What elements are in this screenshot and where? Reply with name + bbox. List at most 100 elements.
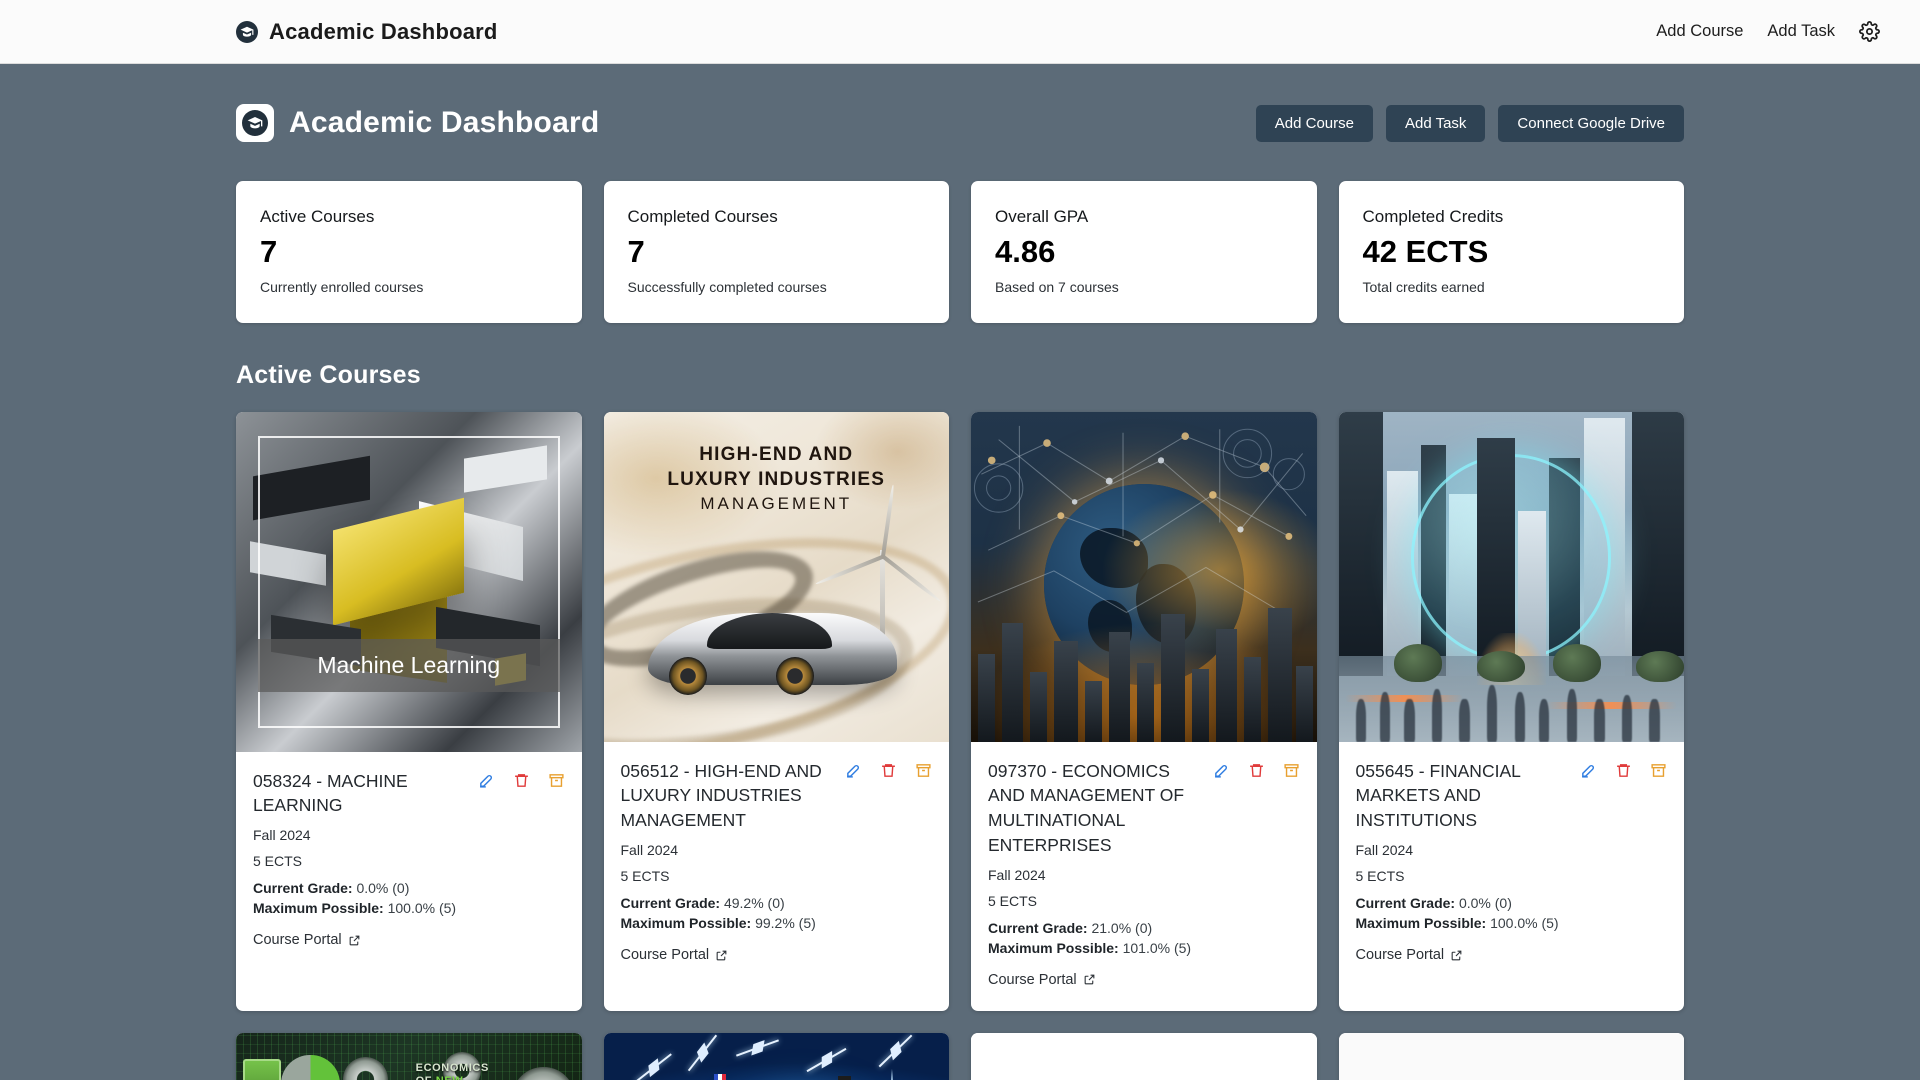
city-skyline (971, 590, 1317, 742)
course-card[interactable]: Machine Learning 058324 - MACHINE LEARNI… (236, 412, 582, 1011)
trash-icon[interactable] (1248, 762, 1265, 779)
course-portal-label: Course Portal (988, 972, 1077, 988)
stat-subtitle: Currently enrolled courses (260, 279, 558, 295)
current-grade-value: 0.0% (0) (1459, 895, 1512, 911)
course-portal-link[interactable]: Course Portal (621, 947, 729, 963)
graduation-cap-icon (236, 104, 274, 142)
page-header: Academic Dashboard Add Course Add Task C… (236, 104, 1684, 142)
course-card[interactable] (971, 1033, 1317, 1080)
course-actions (845, 759, 932, 779)
course-card[interactable]: 097370 - ECONOMICS AND MANAGEMENT OF MUL… (971, 412, 1317, 1011)
fan-diagram-artwork (971, 1033, 1317, 1080)
current-grade-line: Current Grade: 21.0% (0) (988, 920, 1300, 936)
course-thumbnail-machine-learning: Machine Learning (236, 412, 582, 752)
archive-icon[interactable] (548, 772, 565, 789)
current-grade-value: 49.2% (0) (724, 895, 785, 911)
current-grade-line: Current Grade: 49.2% (0) (621, 895, 933, 911)
stat-value: 7 (260, 236, 558, 269)
header-actions: Add Course Add Task Connect Google Drive (1256, 105, 1684, 142)
external-link-icon (1450, 949, 1463, 962)
topbar-add-task-link[interactable]: Add Task (1767, 22, 1835, 41)
trash-icon[interactable] (880, 762, 897, 779)
stats-row: Active Courses 7 Currently enrolled cour… (236, 181, 1684, 323)
archive-icon[interactable] (915, 762, 932, 779)
maximum-possible-value: 100.0% (5) (1490, 915, 1558, 931)
archive-icon[interactable] (1283, 762, 1300, 779)
course-portal-label: Course Portal (253, 932, 342, 948)
browser-top-bar: Academic Dashboard Add Course Add Task (0, 0, 1920, 64)
course-credits: 5 ECTS (988, 893, 1300, 909)
section-title-active-courses: Active Courses (236, 361, 1684, 390)
maximum-possible-value: 101.0% (5) (1123, 940, 1191, 956)
course-actions (478, 769, 565, 789)
topbar-add-course-link[interactable]: Add Course (1656, 22, 1743, 41)
abstract-geometry-artwork (236, 412, 582, 752)
course-thumbnail-placeholder-light (971, 1033, 1317, 1080)
connect-google-drive-button[interactable]: Connect Google Drive (1498, 105, 1684, 142)
course-portal-link[interactable]: Course Portal (988, 972, 1096, 988)
blank-artwork (1339, 1033, 1685, 1080)
edit-icon[interactable] (845, 762, 862, 779)
course-title: 055645 - FINANCIAL MARKETS AND INSTITUTI… (1356, 759, 1573, 834)
course-card[interactable]: HIGH-END AND LUXURY INDUSTRIES MANAGEMEN… (604, 412, 950, 1011)
course-thumbnail-economics-new-technology: ECONOMICS OF NEW TECHNOLOGY (236, 1033, 582, 1080)
course-term: Fall 2024 (253, 827, 565, 843)
thumbnail-artwork-title: HIGH-END AND LUXURY INDUSTRIES MANAGEMEN… (604, 442, 950, 516)
course-thumbnail-luxury-industries: HIGH-END AND LUXURY INDUSTRIES MANAGEMEN… (604, 412, 950, 742)
stat-value: 4.86 (995, 236, 1293, 269)
current-grade-label: Current Grade: (988, 920, 1088, 936)
course-card-body: 058324 - MACHINE LEARNING Fall 2024 (236, 752, 582, 1011)
course-card[interactable] (1339, 1033, 1685, 1080)
course-portal-label: Course Portal (1356, 947, 1445, 963)
add-task-button[interactable]: Add Task (1386, 105, 1485, 142)
thumbnail-caption: Machine Learning (258, 639, 560, 692)
artwork-text-line-1: ECONOMICS (416, 1062, 489, 1074)
maximum-possible-label: Maximum Possible: (253, 900, 384, 916)
edit-icon[interactable] (1213, 762, 1230, 779)
course-card-body: 056512 - HIGH-END AND LUXURY INDUSTRIES … (604, 742, 950, 1011)
gear-icon[interactable] (1859, 21, 1880, 42)
course-credits: 5 ECTS (253, 853, 565, 869)
current-grade-line: Current Grade: 0.0% (0) (1356, 895, 1668, 911)
course-card[interactable] (604, 1033, 950, 1080)
trash-icon[interactable] (1615, 762, 1632, 779)
trash-icon[interactable] (513, 772, 530, 789)
edit-icon[interactable] (1580, 762, 1597, 779)
artwork-text-line-2: OF (416, 1075, 432, 1080)
course-portal-link[interactable]: Course Portal (1356, 947, 1464, 963)
course-card[interactable]: ECONOMICS OF NEW TECHNOLOGY (236, 1033, 582, 1080)
course-thumbnail-placeholder-blank (1339, 1033, 1685, 1080)
app-brand: Academic Dashboard (236, 104, 599, 142)
stat-subtitle: Successfully completed courses (628, 279, 926, 295)
course-portal-link[interactable]: Course Portal (253, 932, 361, 948)
course-card[interactable]: 055645 - FINANCIAL MARKETS AND INSTITUTI… (1339, 412, 1685, 1011)
course-title: 058324 - MACHINE LEARNING (253, 769, 470, 819)
current-grade-label: Current Grade: (1356, 895, 1456, 911)
thumb-title-line-1: HIGH-END AND (604, 442, 950, 468)
edit-icon[interactable] (478, 772, 495, 789)
active-courses-grid: Machine Learning 058324 - MACHINE LEARNI… (236, 412, 1684, 1011)
stat-label: Completed Credits (1363, 207, 1661, 227)
stat-card-completed-courses: Completed Courses 7 Successfully complet… (604, 181, 950, 323)
active-courses-grid-row-2: ECONOMICS OF NEW TECHNOLOGY (236, 1033, 1684, 1080)
maximum-possible-line: Maximum Possible: 101.0% (5) (988, 940, 1300, 956)
globe-network-city-artwork (971, 412, 1317, 742)
current-grade-label: Current Grade: (621, 895, 721, 911)
course-title: 056512 - HIGH-END AND LUXURY INDUSTRIES … (621, 759, 838, 834)
stat-label: Active Courses (260, 207, 558, 227)
current-grade-value: 0.0% (0) (356, 880, 409, 896)
maximum-possible-value: 99.2% (5) (755, 915, 816, 931)
stat-value: 7 (628, 236, 926, 269)
stat-card-completed-credits: Completed Credits 42 ECTS Total credits … (1339, 181, 1685, 323)
archive-icon[interactable] (1650, 762, 1667, 779)
page-title: Academic Dashboard (289, 106, 599, 140)
course-thumbnail-multinational-enterprises (971, 412, 1317, 742)
course-thumbnail-financial-markets (1339, 412, 1685, 742)
aerospace-globe-artwork (604, 1033, 950, 1080)
maximum-possible-line: Maximum Possible: 99.2% (5) (621, 915, 933, 931)
stat-subtitle: Based on 7 courses (995, 279, 1293, 295)
stat-value: 42 ECTS (1363, 236, 1661, 269)
thumb-title-line-3: MANAGEMENT (604, 493, 950, 516)
add-course-button[interactable]: Add Course (1256, 105, 1373, 142)
browser-actions: Add Course Add Task (1656, 21, 1880, 42)
